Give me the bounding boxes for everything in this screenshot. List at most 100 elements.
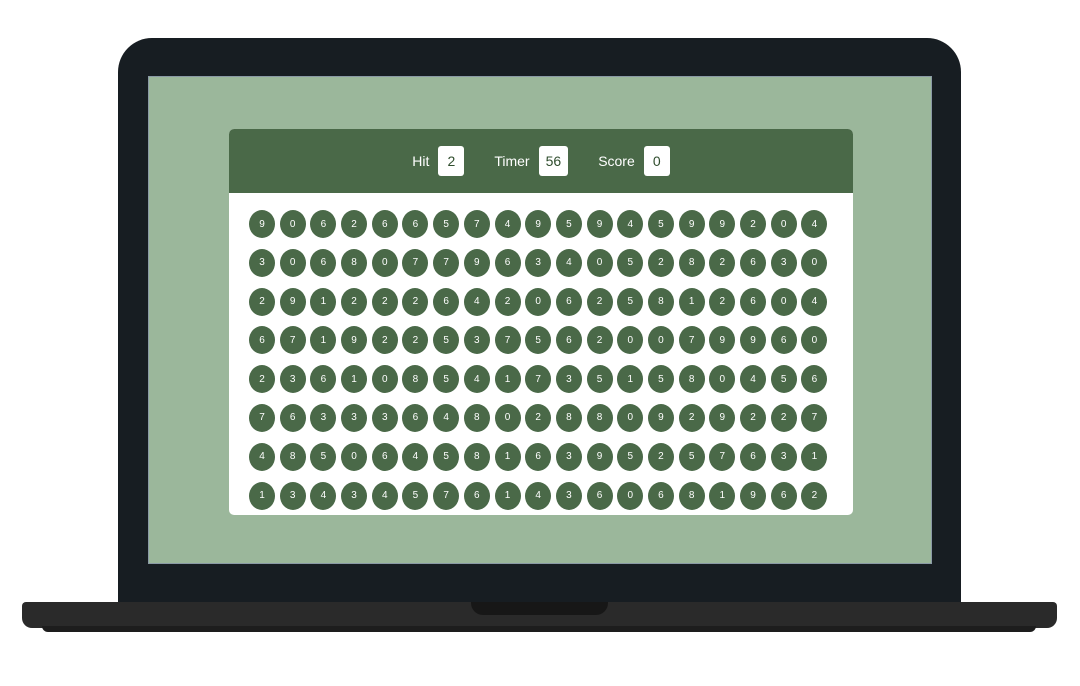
number-bubble[interactable]: 2 (341, 210, 368, 238)
number-bubble[interactable]: 0 (586, 248, 613, 277)
number-bubble[interactable]: 0 (371, 365, 398, 394)
number-bubble[interactable]: 4 (801, 287, 828, 316)
number-bubble[interactable]: 4 (402, 442, 429, 471)
number-bubble[interactable]: 2 (494, 287, 521, 316)
number-bubble[interactable]: 2 (525, 403, 552, 432)
number-bubble[interactable]: 1 (617, 365, 644, 394)
number-bubble[interactable]: 9 (525, 210, 552, 238)
number-bubble[interactable]: 8 (647, 287, 674, 316)
number-bubble[interactable]: 6 (249, 326, 275, 355)
number-bubble[interactable]: 5 (433, 326, 460, 355)
number-bubble[interactable]: 5 (678, 442, 705, 471)
number-bubble[interactable]: 0 (341, 442, 368, 471)
number-bubble[interactable]: 8 (678, 481, 705, 510)
number-bubble[interactable]: 9 (740, 326, 766, 355)
number-bubble[interactable]: 9 (709, 326, 736, 355)
number-bubble[interactable]: 4 (801, 210, 828, 238)
number-bubble[interactable]: 9 (249, 210, 275, 238)
number-bubble[interactable]: 9 (586, 210, 613, 238)
number-bubble[interactable]: 3 (249, 248, 275, 277)
number-bubble[interactable]: 3 (555, 365, 582, 394)
number-bubble[interactable]: 1 (341, 365, 368, 394)
number-bubble[interactable]: 6 (402, 403, 429, 432)
number-bubble[interactable]: 8 (678, 365, 705, 394)
number-bubble[interactable]: 2 (586, 326, 613, 355)
number-bubble[interactable]: 8 (402, 365, 429, 394)
number-bubble[interactable]: 3 (341, 403, 368, 432)
number-bubble[interactable]: 1 (249, 481, 275, 510)
number-bubble[interactable]: 7 (801, 403, 828, 432)
number-bubble[interactable]: 3 (555, 481, 582, 510)
number-bubble[interactable]: 0 (279, 248, 306, 277)
number-bubble[interactable]: 2 (709, 248, 736, 277)
number-bubble[interactable]: 3 (341, 481, 368, 510)
number-bubble[interactable]: 4 (740, 365, 766, 394)
number-bubble[interactable]: 5 (647, 210, 674, 238)
number-bubble[interactable]: 6 (310, 365, 337, 394)
number-bubble[interactable]: 4 (433, 403, 460, 432)
number-bubble[interactable]: 0 (525, 287, 552, 316)
number-bubble[interactable]: 6 (371, 210, 398, 238)
number-bubble[interactable]: 6 (586, 481, 613, 510)
number-bubble[interactable]: 8 (678, 248, 705, 277)
number-bubble[interactable]: 2 (586, 287, 613, 316)
number-bubble[interactable]: 6 (555, 287, 582, 316)
number-bubble[interactable]: 0 (801, 248, 828, 277)
number-bubble[interactable]: 8 (279, 442, 306, 471)
number-bubble[interactable]: 3 (279, 481, 306, 510)
number-bubble[interactable]: 0 (617, 403, 644, 432)
number-bubble[interactable]: 7 (433, 248, 460, 277)
number-bubble[interactable]: 4 (617, 210, 644, 238)
number-bubble[interactable]: 6 (525, 442, 552, 471)
number-bubble[interactable]: 1 (310, 287, 337, 316)
number-bubble[interactable]: 2 (647, 248, 674, 277)
number-bubble[interactable]: 5 (525, 326, 552, 355)
number-bubble[interactable]: 8 (463, 403, 490, 432)
number-bubble[interactable]: 0 (617, 326, 644, 355)
number-bubble[interactable]: 0 (371, 248, 398, 277)
number-bubble[interactable]: 6 (740, 248, 766, 277)
number-bubble[interactable]: 8 (586, 403, 613, 432)
number-bubble[interactable]: 9 (709, 210, 736, 238)
number-bubble[interactable]: 6 (770, 481, 797, 510)
number-bubble[interactable]: 9 (709, 403, 736, 432)
number-bubble[interactable]: 5 (647, 365, 674, 394)
number-bubble[interactable]: 8 (555, 403, 582, 432)
number-bubble[interactable]: 6 (740, 442, 766, 471)
number-bubble[interactable]: 9 (341, 326, 368, 355)
number-bubble[interactable]: 0 (617, 481, 644, 510)
number-bubble[interactable]: 2 (249, 287, 275, 316)
number-bubble[interactable]: 5 (433, 210, 460, 238)
number-bubble[interactable]: 2 (770, 403, 797, 432)
number-bubble[interactable]: 5 (586, 365, 613, 394)
number-bubble[interactable]: 2 (709, 287, 736, 316)
number-bubble[interactable]: 7 (249, 403, 275, 432)
number-bubble[interactable]: 3 (525, 248, 552, 277)
number-bubble[interactable]: 6 (463, 481, 490, 510)
number-bubble[interactable]: 4 (371, 481, 398, 510)
number-bubble[interactable]: 2 (371, 287, 398, 316)
number-bubble[interactable]: 9 (678, 210, 705, 238)
number-bubble[interactable]: 1 (709, 481, 736, 510)
number-bubble[interactable]: 1 (678, 287, 705, 316)
number-bubble[interactable]: 6 (494, 248, 521, 277)
number-bubble[interactable]: 6 (402, 210, 429, 238)
number-bubble[interactable]: 2 (341, 287, 368, 316)
number-bubble[interactable]: 5 (433, 442, 460, 471)
number-bubble[interactable]: 6 (310, 210, 337, 238)
number-bubble[interactable]: 1 (494, 442, 521, 471)
number-bubble[interactable]: 2 (402, 287, 429, 316)
number-bubble[interactable]: 2 (740, 403, 766, 432)
number-bubble[interactable]: 8 (341, 248, 368, 277)
number-bubble[interactable]: 7 (678, 326, 705, 355)
number-bubble[interactable]: 6 (433, 287, 460, 316)
number-bubble[interactable]: 5 (617, 248, 644, 277)
number-bubble[interactable]: 5 (433, 365, 460, 394)
number-bubble[interactable]: 3 (770, 248, 797, 277)
number-bubble[interactable]: 4 (463, 287, 490, 316)
number-bubble[interactable]: 1 (801, 442, 828, 471)
number-bubble[interactable]: 7 (279, 326, 306, 355)
number-bubble[interactable]: 7 (525, 365, 552, 394)
number-bubble[interactable]: 2 (801, 481, 828, 510)
number-bubble[interactable]: 9 (279, 287, 306, 316)
